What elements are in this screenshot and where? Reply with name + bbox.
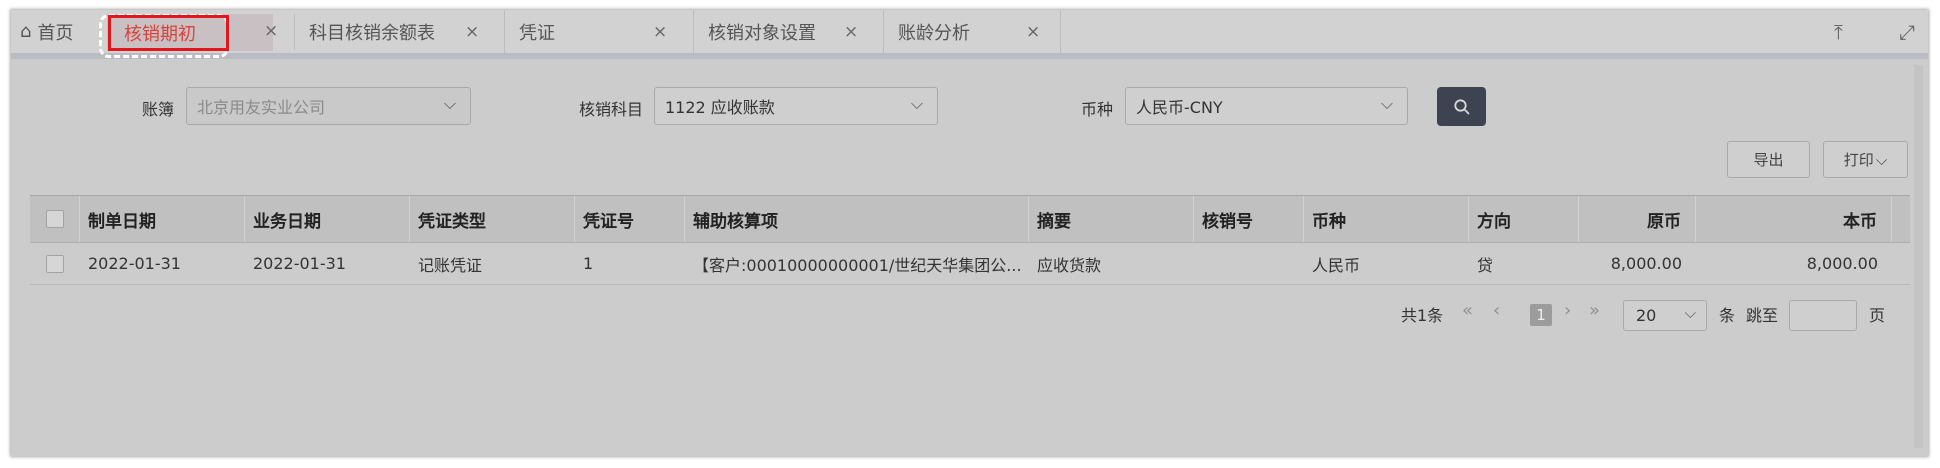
pagination-total: 共1条 xyxy=(1401,306,1444,325)
page-size-unit: 条 xyxy=(1719,306,1736,325)
header-original-amount[interactable]: 原币 xyxy=(1579,196,1696,242)
app-window: ⌂ 首页 核销期初 × 科目核销余额表 × 凭证 × 核销对象设置 × 账龄分析… xyxy=(11,10,1928,456)
header-voucher-type[interactable]: 凭证类型 xyxy=(410,196,575,242)
jump-label: 跳至 xyxy=(1746,306,1779,325)
tab-verification-object-settings[interactable]: 核销对象设置 × xyxy=(694,10,884,53)
print-button-label: 打印 xyxy=(1843,151,1874,169)
chevron-down-icon: ⌵ xyxy=(1875,150,1888,169)
tab-aging-analysis[interactable]: 账龄分析 × xyxy=(884,10,1061,53)
currency-select-value: 人民币-CNY xyxy=(1136,98,1223,117)
cell-original-amount: 8,000.00 xyxy=(1610,254,1682,273)
header-local-amount[interactable]: 本币 xyxy=(1696,196,1892,242)
row-select-cell xyxy=(30,243,80,284)
page-size-value: 20 xyxy=(1636,306,1657,325)
chevron-down-icon: ⌵ xyxy=(1380,94,1393,113)
header-summary[interactable]: 摘要 xyxy=(1029,196,1194,242)
book-select-value: 北京用友实业公司 xyxy=(197,98,326,117)
jump-page-input[interactable] xyxy=(1789,300,1857,331)
cell-currency: 人民币 xyxy=(1312,255,1361,275)
cell-verification-no xyxy=(1194,243,1304,284)
currency-select[interactable]: 人民币-CNY ⌵ xyxy=(1125,87,1408,125)
cell-summary: 应收货款 xyxy=(1037,255,1102,275)
print-button[interactable]: 打印 ⌵ xyxy=(1823,141,1908,178)
last-page-icon[interactable]: » xyxy=(1589,300,1600,321)
chevron-down-icon: ⌵ xyxy=(443,94,456,113)
home-icon: ⌂ xyxy=(20,21,32,42)
header-verification-no[interactable]: 核销号 xyxy=(1194,196,1304,242)
prev-page-icon[interactable]: ‹ xyxy=(1493,300,1500,321)
cell-business-date: 2022-01-31 xyxy=(253,254,346,273)
close-icon[interactable]: × xyxy=(844,22,858,42)
next-page-icon[interactable]: › xyxy=(1564,300,1571,321)
tab-voucher[interactable]: 凭证 × xyxy=(505,10,694,53)
subject-label: 核销科目 xyxy=(579,100,644,119)
cell-voucher-no: 1 xyxy=(583,254,594,273)
header-currency[interactable]: 币种 xyxy=(1304,196,1469,242)
close-icon[interactable]: × xyxy=(653,22,667,42)
tab-active-label: 核销期初 xyxy=(124,24,196,45)
tab-bar-underline xyxy=(11,53,1928,59)
select-all-checkbox[interactable] xyxy=(45,210,64,228)
vertical-scrollbar[interactable] xyxy=(1914,65,1923,448)
table-header: 制单日期 业务日期 凭证类型 凭证号 辅助核算项 摘要 核销号 币种 方向 原币… xyxy=(30,195,1910,243)
fullscreen-icon[interactable]: ⤢ xyxy=(1899,20,1915,44)
tab-subject-verification-balance[interactable]: 科目核销余额表 × xyxy=(295,10,505,53)
book-label: 账簿 xyxy=(142,100,175,119)
cell-create-date: 2022-01-31 xyxy=(88,254,181,273)
close-icon[interactable]: × xyxy=(264,21,278,41)
page-suffix: 页 xyxy=(1869,306,1886,325)
cell-direction: 贷 xyxy=(1477,255,1494,275)
search-button[interactable] xyxy=(1437,87,1486,126)
select-all-cell xyxy=(30,196,80,242)
subject-select-value: 1122 应收账款 xyxy=(665,98,775,117)
tab-label: 账龄分析 xyxy=(898,22,970,44)
header-voucher-no[interactable]: 凭证号 xyxy=(575,196,685,242)
cell-voucher-type: 记账凭证 xyxy=(418,255,483,275)
export-button[interactable]: 导出 xyxy=(1727,141,1810,178)
first-page-icon[interactable]: « xyxy=(1462,300,1473,321)
currency-label: 币种 xyxy=(1081,100,1114,119)
header-create-date[interactable]: 制单日期 xyxy=(80,196,245,242)
upload-icon[interactable]: ⤒ xyxy=(1834,20,1843,44)
export-button-label: 导出 xyxy=(1753,151,1784,169)
header-direction[interactable]: 方向 xyxy=(1469,196,1579,242)
tab-label: 凭证 xyxy=(519,22,555,44)
page-size-select[interactable]: 20 ⌵ xyxy=(1623,300,1707,331)
row-checkbox[interactable] xyxy=(46,254,64,273)
cell-auxiliary: 【客户:00010000000001/世纪天华集团公... xyxy=(693,255,1022,275)
tab-label: 科目核销余额表 xyxy=(309,22,435,44)
tab-verification-opening[interactable]: 核销期初 xyxy=(108,15,229,51)
book-select[interactable]: 北京用友实业公司 ⌵ xyxy=(186,87,471,125)
close-icon[interactable]: × xyxy=(1026,22,1040,42)
chevron-down-icon: ⌵ xyxy=(1684,304,1696,322)
subject-select[interactable]: 1122 应收账款 ⌵ xyxy=(654,87,938,125)
table-row[interactable]: 2022-01-31 2022-01-31 记账凭证 1 【客户:0001000… xyxy=(30,243,1910,285)
chevron-down-icon: ⌵ xyxy=(910,94,923,113)
tab-home-label: 首页 xyxy=(37,22,74,44)
cell-local-amount: 8,000.00 xyxy=(1806,254,1878,273)
tab-home[interactable]: ⌂ 首页 xyxy=(11,10,91,53)
header-business-date[interactable]: 业务日期 xyxy=(245,196,410,242)
close-icon[interactable]: × xyxy=(465,22,479,42)
tab-label: 核销对象设置 xyxy=(708,22,816,44)
search-icon xyxy=(1453,98,1469,114)
header-auxiliary[interactable]: 辅助核算项 xyxy=(685,196,1029,242)
current-page[interactable]: 1 xyxy=(1530,304,1552,326)
